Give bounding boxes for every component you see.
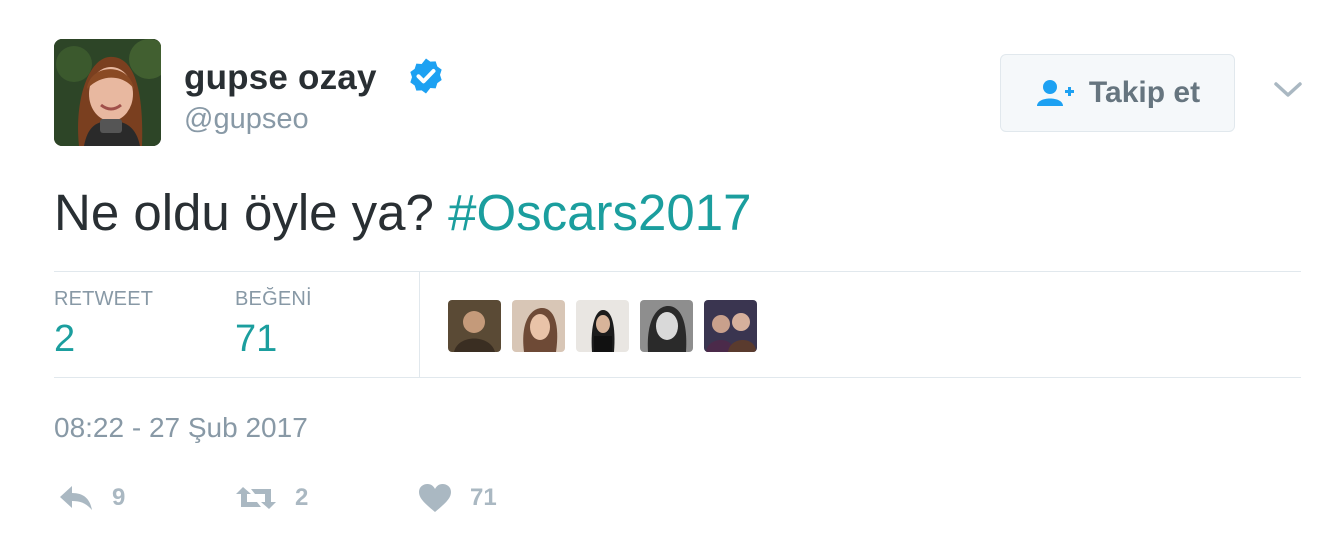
stats-vertical-divider: [419, 271, 420, 377]
liker-avatar[interactable]: [448, 300, 501, 352]
reply-icon: [60, 486, 92, 510]
user-avatar[interactable]: [54, 39, 161, 146]
tweet-text: Ne oldu öyle ya? #Oscars2017: [54, 182, 751, 243]
retweet-stat-count[interactable]: 2: [54, 318, 75, 361]
user-handle[interactable]: @gupseo: [184, 103, 309, 136]
reply-count: 9: [112, 484, 126, 511]
follow-button-label: Takip et: [1088, 76, 1201, 109]
like-stat-count[interactable]: 71: [235, 318, 277, 361]
likers-avatar-list: [448, 300, 757, 352]
follow-button[interactable]: Takip et: [1000, 54, 1235, 132]
stats-top-divider: [54, 271, 1301, 272]
like-stat-label: BEĞENİ: [235, 288, 312, 310]
stats-bottom-divider: [54, 377, 1301, 378]
user-display-name[interactable]: gupse ozay: [184, 58, 377, 98]
hashtag-link[interactable]: #Oscars2017: [448, 184, 751, 241]
heart-icon: [419, 484, 451, 512]
retweet-action[interactable]: 2: [235, 478, 308, 518]
retweet-stat-label: RETWEET: [54, 288, 154, 310]
verified-badge-icon: [410, 58, 442, 94]
retweet-icon: [236, 487, 276, 509]
tweet-body: Ne oldu öyle ya?: [54, 184, 449, 241]
follow-person-plus-icon: [1036, 80, 1074, 106]
liker-avatar[interactable]: [704, 300, 757, 352]
like-action[interactable]: 71: [418, 478, 497, 518]
reply-action[interactable]: 9: [58, 478, 125, 518]
retweet-action-count: 2: [295, 484, 309, 511]
liker-avatar[interactable]: [640, 300, 693, 352]
liker-avatar[interactable]: [512, 300, 565, 352]
chevron-down-icon[interactable]: [1272, 76, 1304, 102]
avatar-image: [54, 39, 161, 146]
liker-avatar[interactable]: [576, 300, 629, 352]
tweet-timestamp[interactable]: 08:22 - 27 Şub 2017: [54, 412, 308, 444]
like-action-count: 71: [470, 484, 497, 511]
